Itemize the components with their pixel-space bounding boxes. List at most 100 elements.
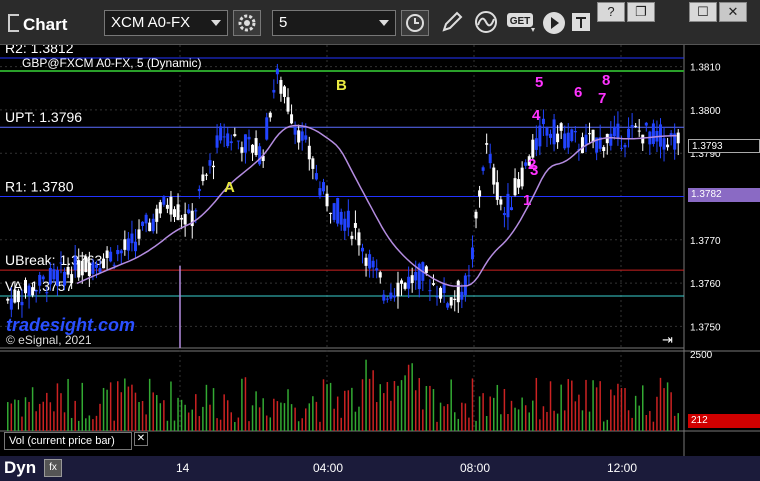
- candle-body: [407, 276, 411, 289]
- restore-button[interactable]: ❐: [627, 2, 655, 22]
- candle-body: [510, 207, 513, 211]
- get-button[interactable]: GET: [505, 10, 539, 36]
- candle-body: [428, 290, 432, 292]
- candle-body: [45, 292, 49, 294]
- get-label: GET: [510, 16, 531, 27]
- interval-combo[interactable]: 5: [272, 10, 396, 36]
- candle-body: [481, 167, 485, 171]
- candle-body: [368, 254, 372, 269]
- candle-body: [456, 280, 460, 303]
- candle-body: [16, 290, 20, 303]
- time-label: 08:00: [460, 461, 491, 475]
- candle-body: [229, 141, 233, 144]
- candle-body: [55, 270, 59, 286]
- window-titlebar: Chart XCM A0-FX 5 GET ? ❐ ☐ ✕: [0, 0, 760, 45]
- chart-marker: 7: [598, 90, 606, 107]
- clock-icon: [406, 14, 424, 32]
- level-label: UPT: 1.3796: [5, 109, 82, 125]
- candle-body: [375, 268, 379, 271]
- candle-body: [201, 174, 205, 182]
- window-title-text: Chart: [23, 15, 68, 34]
- candle-body: [364, 257, 368, 266]
- chart-marker: 8: [602, 72, 610, 89]
- dynamic-label: Dyn: [4, 458, 37, 477]
- candle-body: [573, 131, 577, 133]
- candle-body: [169, 196, 173, 215]
- draw-button[interactable]: [439, 10, 467, 36]
- candle-body: [282, 86, 286, 97]
- copyright: © eSignal, 2021: [6, 333, 92, 347]
- candle-body: [506, 193, 510, 218]
- candle-body: [627, 128, 631, 138]
- candle-body: [502, 213, 506, 216]
- candle-body: [314, 173, 318, 180]
- status-bar: [0, 456, 760, 481]
- close-button[interactable]: ✕: [719, 2, 747, 22]
- wave-icon: [475, 11, 497, 33]
- help-button[interactable]: ?: [597, 2, 625, 22]
- price-tick: 1.3770: [690, 236, 721, 247]
- price-tick: 1.3760: [690, 279, 721, 290]
- price-tick: 1.3750: [690, 322, 721, 333]
- candle-body: [219, 126, 223, 141]
- price-chart[interactable]: 1.38101.38001.37901.37801.37701.37601.37…: [0, 45, 760, 457]
- close-glyph: ✕: [727, 4, 739, 19]
- level-label: R2: 1.3812: [5, 45, 74, 56]
- candle-body: [325, 193, 329, 207]
- candle-body: [158, 202, 162, 214]
- time-label: 04:00: [313, 461, 344, 475]
- gear-icon: [238, 14, 256, 32]
- candle-body: [87, 262, 91, 277]
- candle-body: [414, 272, 418, 281]
- maximize-button[interactable]: ☐: [689, 2, 717, 22]
- candle-body: [293, 127, 297, 135]
- candle-body: [318, 188, 322, 196]
- candle-body: [94, 264, 98, 268]
- candle-body: [357, 232, 361, 246]
- candle-body: [63, 271, 67, 286]
- candle-body: [584, 134, 588, 145]
- candle-body: [361, 247, 365, 252]
- candle-body: [346, 210, 350, 228]
- play-button[interactable]: [540, 10, 568, 36]
- candle-body: [403, 282, 407, 289]
- clock-button[interactable]: [401, 10, 429, 36]
- candle-body: [141, 221, 145, 226]
- candle-body: [176, 204, 180, 220]
- symbol-combo[interactable]: XCM A0-FX: [104, 10, 228, 36]
- scroll-end-icon: ⇥: [662, 332, 673, 347]
- candle-body: [538, 125, 542, 147]
- candle-body: [105, 250, 109, 258]
- candle-body: [559, 123, 563, 131]
- chart-marker: A: [224, 179, 235, 196]
- text-button[interactable]: [570, 10, 594, 36]
- candle-body: [98, 268, 102, 273]
- candle-body: [102, 258, 106, 269]
- candle-body: [563, 133, 567, 149]
- candle-body: [20, 301, 24, 306]
- candle-body: [6, 298, 10, 301]
- candle-body: [524, 162, 528, 166]
- candle-body: [226, 133, 230, 147]
- candle-body: [499, 199, 503, 205]
- fx-button[interactable]: fx: [44, 459, 62, 477]
- candle-body: [194, 210, 198, 212]
- chart-marker: 6: [574, 84, 582, 101]
- candle-body: [634, 125, 638, 127]
- candle-body: [332, 203, 336, 220]
- candle-body: [488, 154, 492, 164]
- chart-marker: 1: [523, 192, 531, 209]
- candle-body: [321, 182, 325, 192]
- settings-button[interactable]: [233, 10, 261, 36]
- candle-body: [133, 241, 137, 252]
- candle-body: [449, 297, 453, 306]
- candle-body: [666, 144, 670, 148]
- volume-close-button[interactable]: ✕: [134, 432, 148, 446]
- study-button[interactable]: [472, 10, 500, 36]
- candle-body: [265, 117, 269, 140]
- text-icon: [572, 13, 590, 31]
- candle-body: [602, 147, 606, 152]
- candle-body: [180, 217, 184, 220]
- time-label: 12:00: [607, 461, 638, 475]
- candle-body: [130, 233, 134, 244]
